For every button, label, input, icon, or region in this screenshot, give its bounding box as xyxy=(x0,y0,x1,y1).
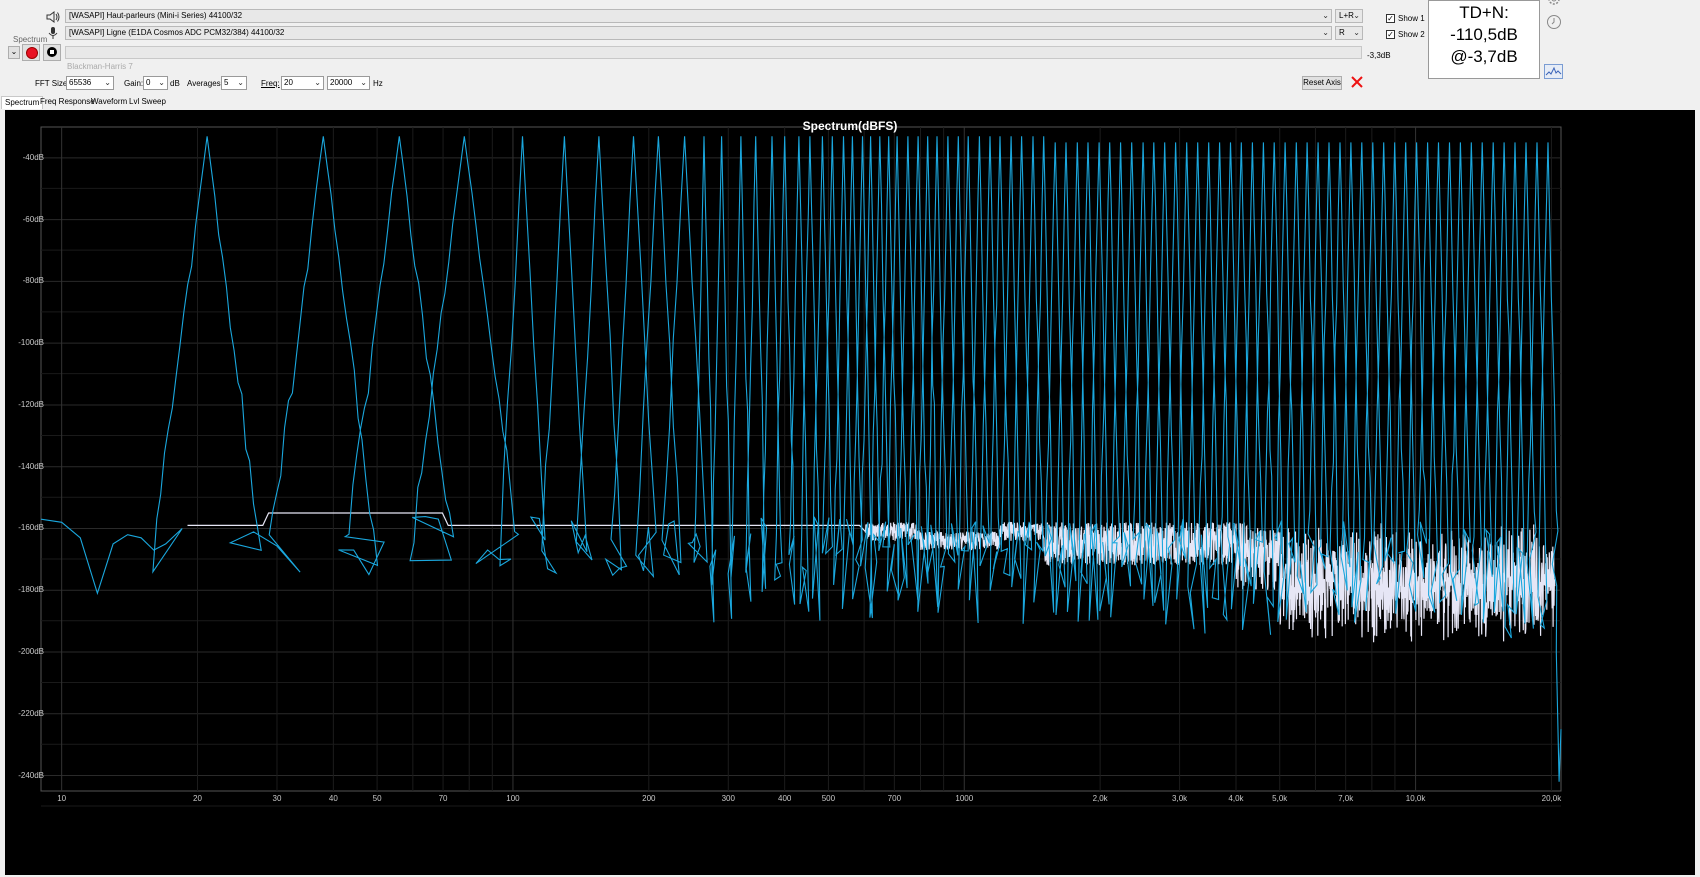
x-tick-label: 700 xyxy=(887,794,902,803)
freq-label: Freq: xyxy=(261,79,280,88)
gain-select[interactable]: 0 ⌄ xyxy=(143,76,168,90)
gain-unit: dB xyxy=(170,79,180,88)
x-tick-label: 4,0k xyxy=(1228,794,1244,803)
chart-title: Spectrum(dBFS) xyxy=(802,119,898,133)
averages-select[interactable]: 5 ⌄ xyxy=(221,76,247,90)
series-1-spectrum-line xyxy=(40,136,1562,782)
freq-to-value: 20000 xyxy=(330,78,353,87)
level-meter xyxy=(65,46,1362,59)
mode-dropdown-button[interactable]: ⌄ xyxy=(8,46,20,59)
x-tick-label: 200 xyxy=(642,794,656,803)
y-tick-label: -160dB xyxy=(18,523,44,533)
gain-value: 0 xyxy=(146,78,151,87)
x-tick-label: 20,0k xyxy=(1541,794,1562,803)
gain-label: Gain: xyxy=(124,79,144,88)
x-tick-label: 500 xyxy=(821,794,836,803)
microphone-icon xyxy=(46,26,60,40)
y-tick-label: -100dB xyxy=(18,338,44,348)
input-device-label: [WASAPI] Ligne (E1DA Cosmos ADC PCM32/38… xyxy=(69,28,285,37)
output-channel-label: L+R xyxy=(1339,11,1354,20)
stop-icon xyxy=(47,47,57,57)
y-tick-label: -60dB xyxy=(22,214,44,224)
speaker-icon xyxy=(46,10,60,24)
y-tick-label: -180dB xyxy=(18,585,44,595)
input-channel-label: R xyxy=(1339,28,1345,37)
fft-size-label: FFT Size: xyxy=(35,79,70,88)
x-tick-label: 1000 xyxy=(955,794,974,803)
x-tick-label: 10 xyxy=(57,794,67,803)
y-tick-label: -140dB xyxy=(18,461,44,471)
spectrum-chart xyxy=(40,126,1562,807)
settings-icon[interactable] xyxy=(1546,0,1562,8)
output-device-label: [WASAPI] Haut-parleurs (Mini-i Series) 4… xyxy=(69,11,243,20)
spectrum-caption: Spectrum xyxy=(13,35,48,44)
freq-unit: Hz xyxy=(373,79,383,88)
reset-axis-label: Reset Axis xyxy=(1303,78,1341,87)
input-channel-select[interactable]: R ⌄ xyxy=(1335,26,1363,40)
y-tick-label: -80dB xyxy=(22,276,44,286)
y-tick-label: -220dB xyxy=(18,708,44,718)
freq-to-select[interactable]: 20000 ⌄ xyxy=(327,76,370,90)
record-button[interactable] xyxy=(22,44,40,61)
freq-from-value: 20 xyxy=(284,78,293,87)
tdn-title: TD+N: xyxy=(1459,3,1509,22)
window-function-label: Blackman-Harris 7 xyxy=(67,62,133,71)
x-tick-label: 10,0k xyxy=(1405,794,1426,803)
tab-lvl-sweep[interactable]: Lvl Sweep xyxy=(126,96,169,108)
show1-label: Show 1 xyxy=(1398,14,1425,23)
tab-lvl-sweep-label: Lvl Sweep xyxy=(129,97,166,106)
tab-freq-response-label: Freq Response xyxy=(40,97,95,106)
show1-checkbox[interactable]: ✓ xyxy=(1386,14,1395,23)
x-tick-label: 3,0k xyxy=(1172,794,1188,803)
x-tick-label: 2,0k xyxy=(1092,794,1108,803)
tdn-level: @-3,7dB xyxy=(1450,47,1518,66)
freq-from-select[interactable]: 20 ⌄ xyxy=(281,76,324,90)
level-readout: -3,3dB xyxy=(1367,51,1391,60)
x-tick-label: 400 xyxy=(777,794,792,803)
show2-label: Show 2 xyxy=(1398,30,1425,39)
tab-spectrum-label: Spectrum xyxy=(5,98,40,107)
averages-value: 5 xyxy=(224,78,229,87)
y-tick-label: -120dB xyxy=(18,399,44,409)
tdn-panel: TD+N: -110,5dB @-3,7dB xyxy=(1428,0,1540,79)
x-tick-label: 70 xyxy=(438,794,448,803)
x-tick-label: 20 xyxy=(193,794,202,803)
stop-button[interactable] xyxy=(43,44,61,61)
x-tick-label: 50 xyxy=(372,794,382,803)
record-icon xyxy=(26,47,38,59)
show2-checkbox[interactable]: ✓ xyxy=(1386,30,1395,39)
reset-axis-button[interactable]: Reset Axis xyxy=(1302,76,1342,90)
x-tick-label: 30 xyxy=(272,794,282,803)
clock-icon[interactable] xyxy=(1546,14,1562,30)
y-tick-label: -240dB xyxy=(18,770,44,780)
y-tick-label: -200dB xyxy=(18,647,44,657)
tdn-value: -110,5dB xyxy=(1450,25,1518,44)
spectrum-plot[interactable] xyxy=(5,110,1695,875)
input-device-select[interactable]: [WASAPI] Ligne (E1DA Cosmos ADC PCM32/38… xyxy=(65,26,1332,40)
output-device-select[interactable]: [WASAPI] Haut-parleurs (Mini-i Series) 4… xyxy=(65,9,1332,23)
y-tick-label: -40dB xyxy=(22,152,44,162)
x-tick-label: 5,0k xyxy=(1272,794,1288,803)
tab-waveform-label: Waveform xyxy=(91,97,128,106)
x-tick-label: 100 xyxy=(506,794,520,803)
x-tick-label: 7,0k xyxy=(1338,794,1354,803)
tab-waveform[interactable]: Waveform xyxy=(88,96,130,108)
fft-size-select[interactable]: 65536 ⌄ xyxy=(66,76,114,90)
output-channel-select[interactable]: L+R ⌄ xyxy=(1335,9,1363,23)
close-icon[interactable] xyxy=(1350,75,1364,89)
averages-label: Averages: xyxy=(187,79,223,88)
fft-size-value: 65536 xyxy=(69,78,92,87)
spectrum-view-icon[interactable] xyxy=(1544,64,1563,79)
x-tick-label: 300 xyxy=(721,794,735,803)
x-tick-label: 40 xyxy=(328,794,338,803)
